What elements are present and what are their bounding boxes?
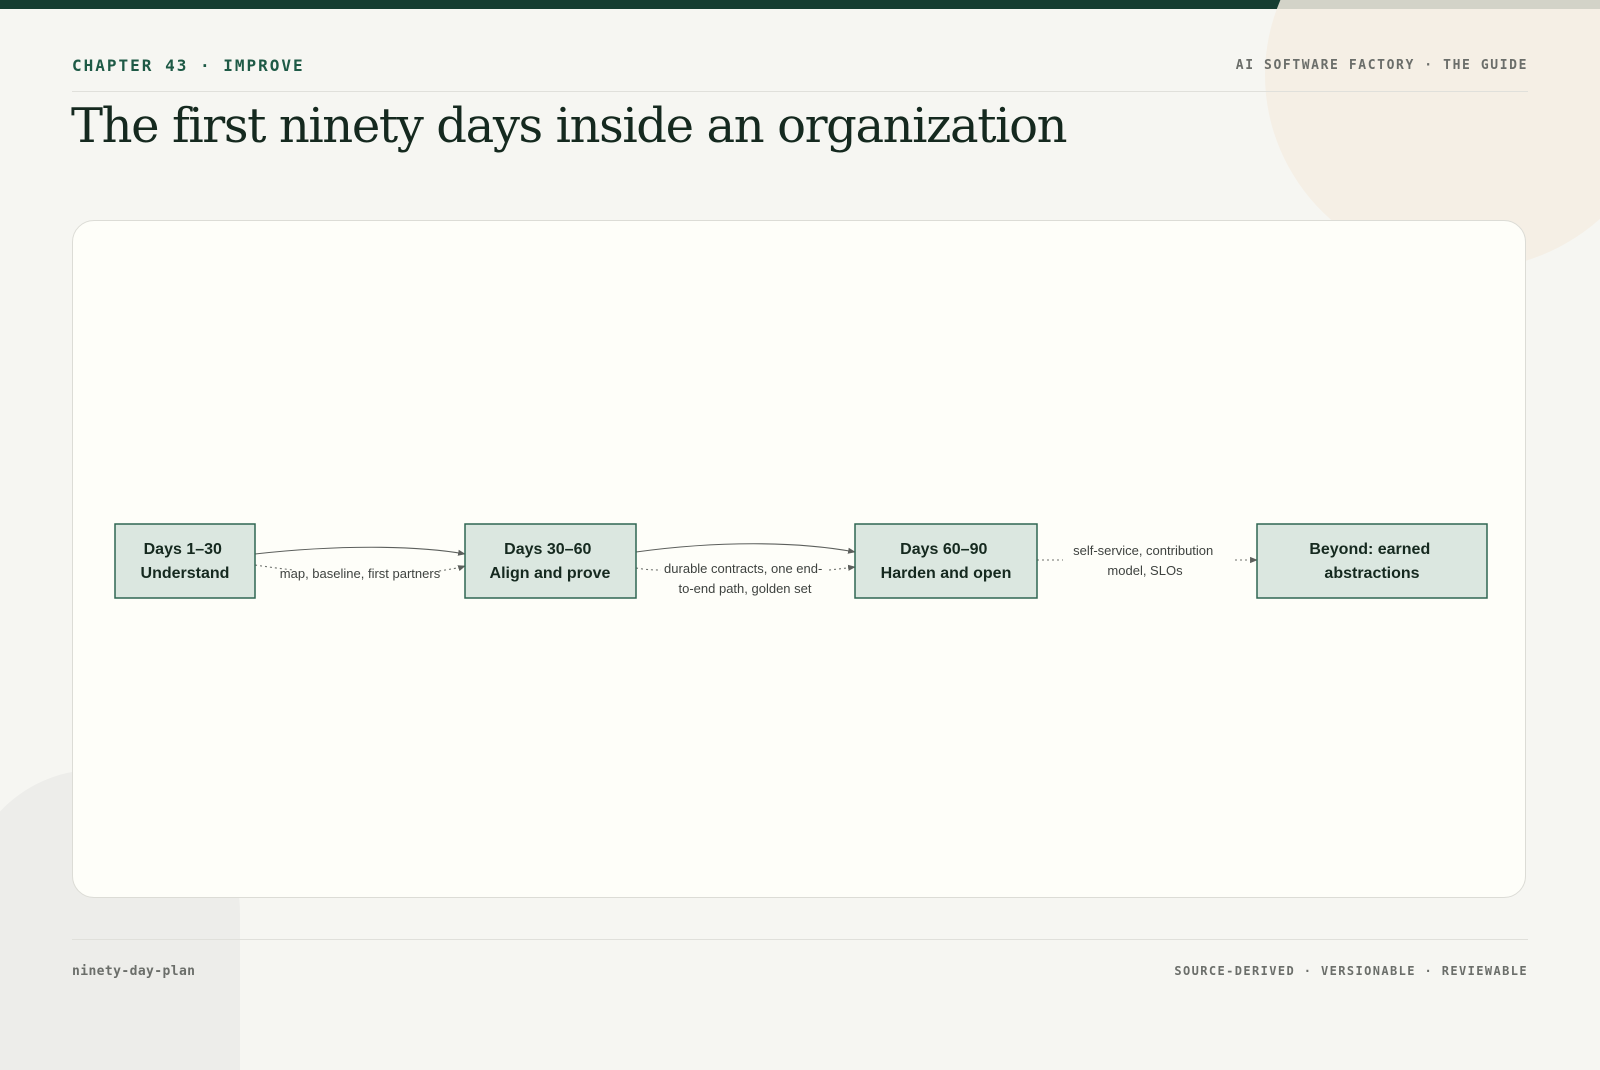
- footer-slug: ninety-day-plan: [72, 964, 196, 979]
- flow-diagram: map, baseline, first partners durable co…: [114, 523, 1488, 599]
- node-box: [854, 523, 1038, 599]
- chapter-label: CHAPTER 43 · IMPROVE: [72, 56, 305, 75]
- diagram-card: map, baseline, first partners durable co…: [72, 220, 1526, 898]
- node-box: [464, 523, 637, 599]
- edge-dotted-line: [828, 564, 856, 571]
- edge-days-30-60-to-days-60-90: durable contracts, one end- to-end path,…: [635, 543, 856, 596]
- node-days-60-90: Days 60–90 Harden and open: [854, 523, 1038, 599]
- header-divider: [72, 91, 1528, 92]
- guide-label: AI SOFTWARE FACTORY · THE GUIDE: [1235, 58, 1528, 73]
- node-days-30-60: Days 30–60 Align and prove: [464, 523, 637, 599]
- edge-dotted-line: [438, 565, 466, 572]
- edge-solid-line: [635, 543, 856, 554]
- edge-days-1-30-to-days-30-60: map, baseline, first partners: [254, 546, 466, 581]
- node-days-1-30: Days 1–30 Understand: [114, 523, 256, 599]
- node-box: [1256, 523, 1488, 599]
- edge-dotted-line: [635, 567, 662, 571]
- edge-label: self-service, contribution model, SLOs: [1073, 543, 1217, 578]
- node-box: [114, 523, 256, 599]
- edge-solid-line: [254, 546, 466, 556]
- edge-label: durable contracts, one end- to-end path,…: [664, 561, 826, 596]
- page-title: The first ninety days inside an organiza…: [71, 98, 1067, 154]
- node-beyond: Beyond: earned abstractions: [1256, 523, 1488, 599]
- edge-label: map, baseline, first partners: [280, 566, 441, 581]
- footer-tags: SOURCE-DERIVED · VERSIONABLE · REVIEWABL…: [1174, 964, 1528, 978]
- footer-divider: [72, 939, 1528, 940]
- edge-days-60-90-to-beyond: self-service, contribution model, SLOs: [1037, 543, 1258, 578]
